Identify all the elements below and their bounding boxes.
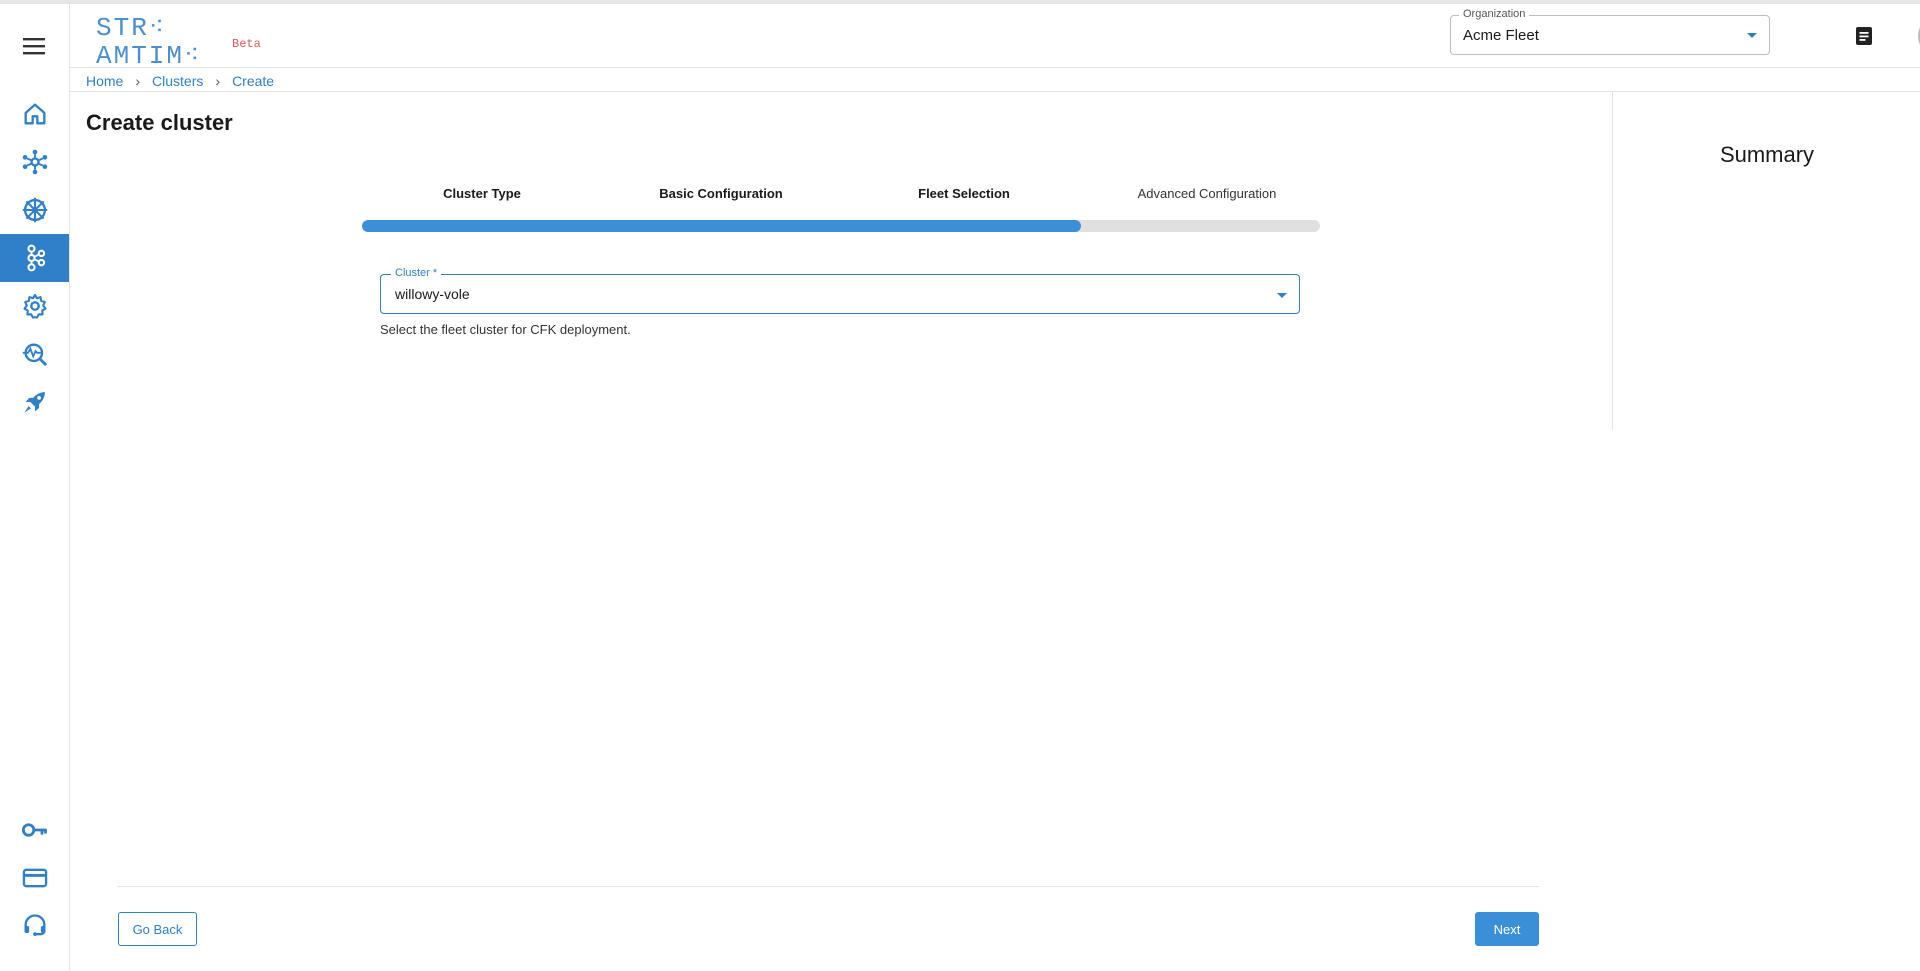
sidebar-item-api-keys[interactable] [0,806,69,854]
sidebar-item-deploy[interactable] [0,378,69,426]
organization-value: Acme Fleet [1463,27,1539,44]
dropdown-caret-icon [1277,293,1287,298]
kubernetes-helm-icon [22,197,47,223]
step-fleet-selection[interactable]: Fleet Selection [844,186,1084,201]
breadcrumb-clusters[interactable]: Clusters [152,73,203,89]
sidebar-item-network[interactable] [0,138,69,186]
docs-button[interactable] [1852,24,1876,48]
breadcrumb: Home › Clusters › Create [86,70,274,92]
app-logo[interactable]: STR⁖AMTIM⁖ [96,14,246,70]
footer-divider [118,886,1539,887]
settings-gear-icon [22,293,47,319]
cluster-helper-text: Select the fleet cluster for CFK deploym… [380,322,631,337]
beta-badge: Beta [232,37,261,51]
cluster-label: Cluster * [391,267,442,279]
menu-button[interactable] [14,30,54,62]
support-headset-icon [24,914,45,937]
sidebar-item-support[interactable] [0,902,69,950]
breadcrumb-home[interactable]: Home [86,73,123,89]
credit-card-icon [22,868,47,888]
dropdown-caret-icon [1747,33,1757,38]
rocket-icon [24,392,45,413]
step-cluster-type[interactable]: Cluster Type [362,186,602,201]
kafka-cluster-icon [26,244,45,272]
next-button[interactable]: Next [1475,912,1539,946]
network-hub-icon [22,149,47,175]
sidebar-item-clusters[interactable] [0,234,69,282]
cluster-select[interactable]: Cluster * willowy-vole [380,267,1300,314]
sidebar-item-billing[interactable] [0,854,69,902]
stepper-progress-fill [362,220,1081,232]
key-icon [21,823,47,837]
go-back-button[interactable]: Go Back [118,912,197,946]
chevron-right-icon: › [135,73,141,89]
breadcrumb-create[interactable]: Create [232,73,274,89]
step-advanced-configuration[interactable]: Advanced Configuration [1087,186,1327,201]
sidebar-item-home[interactable] [0,90,69,138]
hamburger-menu-icon [23,38,45,55]
step-basic-configuration[interactable]: Basic Configuration [601,186,841,201]
chevron-right-icon: › [215,73,221,89]
document-icon [1856,27,1872,45]
sidebar [0,4,70,971]
top-bar: STR⁖AMTIM⁖ Beta Organization Acme Fleet [70,4,1920,70]
summary-panel: Summary [1612,92,1920,430]
sidebar-item-monitoring[interactable] [0,330,69,378]
stepper: Cluster Type Basic Configuration Fleet S… [362,186,1320,206]
monitoring-search-icon [22,343,47,367]
logo-text: STR⁖AMTIM⁖ [96,13,202,71]
cluster-value: willowy-vole [395,286,470,302]
organization-label: Organization [1459,8,1530,20]
page-title: Create cluster [86,110,233,135]
summary-title: Summary [1719,142,1815,167]
stepper-progress-bar [362,220,1320,232]
sidebar-item-kubernetes[interactable] [0,186,69,234]
organization-select[interactable]: Organization Acme Fleet [1450,8,1770,55]
sidebar-item-settings[interactable] [0,282,69,330]
home-icon [24,103,45,125]
